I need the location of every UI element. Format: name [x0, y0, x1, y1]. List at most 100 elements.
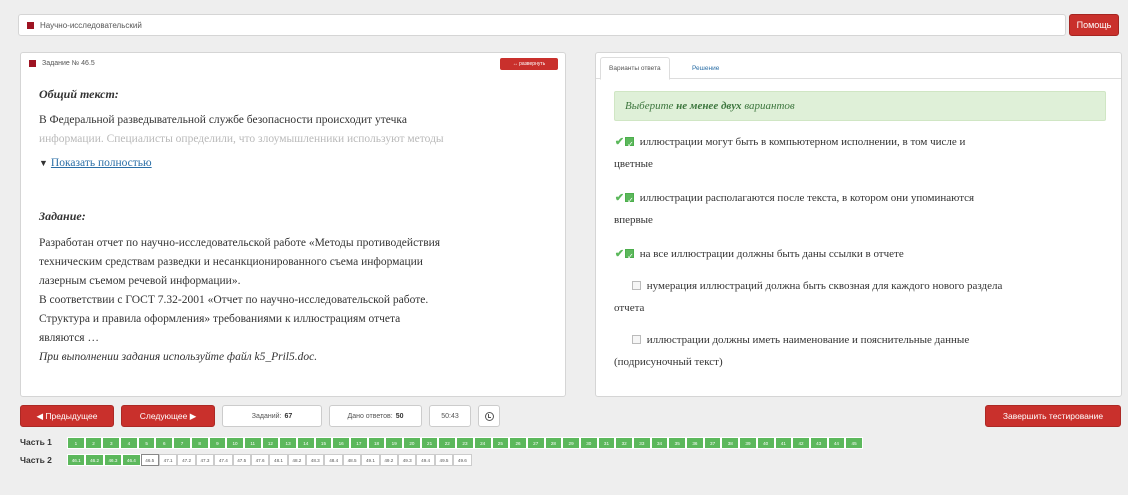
option-text-cont: отчета [614, 302, 645, 314]
question-cell[interactable]: 42 [792, 437, 810, 449]
part-2-navigator: 46.1 46.2 46.3 46.4 46.5 47.1 47.2 47.3 47.4 47.5… [67, 454, 472, 466]
tab-solution[interactable]: Решение [684, 57, 727, 79]
answer-option-2[interactable]: ✔ иллюстрации располагаются после текста… [614, 187, 1104, 231]
question-cell[interactable]: 39 [739, 437, 757, 449]
question-cell[interactable]: 11 [243, 437, 262, 449]
question-cell[interactable]: 23 [456, 437, 474, 449]
question-cell[interactable]: 29 [562, 437, 580, 449]
question-cell[interactable]: 18 [367, 437, 386, 449]
show-more-link[interactable]: ▼ Показать полностью [39, 157, 152, 169]
question-cell[interactable]: 7 [173, 437, 191, 449]
question-cell[interactable]: 37 [703, 437, 722, 449]
general-text-title: Общий текст: [39, 87, 119, 101]
option-checkbox[interactable] [632, 281, 641, 290]
show-more-label: Показать полностью [50, 157, 152, 169]
question-cell[interactable]: 16 [332, 437, 350, 449]
timer-toggle[interactable] [478, 405, 500, 427]
option-checkbox[interactable] [625, 134, 634, 156]
question-cell[interactable]: 4 [120, 437, 138, 449]
question-cell[interactable]: 24 [473, 437, 492, 449]
answer-option-1[interactable]: ✔ иллюстрации могут быть в компьютерном … [614, 131, 1104, 175]
option-text-cont: цветные [614, 158, 653, 170]
question-cell[interactable]: 34 [650, 437, 669, 449]
question-cell[interactable]: 33 [633, 437, 651, 449]
question-cell[interactable]: 48.3 [306, 454, 325, 466]
hint-bold: не менее двух [676, 100, 742, 112]
question-cell[interactable]: 38 [721, 437, 740, 449]
task-text-line: В соответствии с ГОСТ 7.32-2001 «Отчет п… [39, 294, 429, 306]
question-cell[interactable]: 44 [827, 437, 846, 449]
question-cell[interactable]: 49.4 [416, 454, 435, 466]
question-cell[interactable]: 30 [579, 437, 598, 449]
answer-option-5[interactable]: иллюстрации должны иметь наименование и … [614, 329, 1104, 373]
question-cell[interactable]: 31 [597, 437, 616, 449]
question-cell[interactable]: 36 [686, 437, 704, 449]
question-cell[interactable]: 48.1 [269, 454, 288, 466]
question-cell[interactable]: 2 [84, 437, 103, 449]
question-cell[interactable]: 47.4 [214, 454, 233, 466]
question-cell[interactable]: 1 [67, 437, 85, 449]
question-cell[interactable]: 49.3 [398, 454, 417, 466]
question-cell[interactable]: 47.6 [250, 454, 270, 466]
question-cell[interactable]: 45 [845, 437, 863, 449]
option-text: нумерация иллюстраций должна быть сквозн… [646, 280, 1003, 292]
question-cell[interactable]: 25 [491, 437, 510, 449]
selection-hint: Выберите не менее двух вариантов [614, 91, 1106, 121]
help-button[interactable]: Помощь [1069, 14, 1119, 36]
answer-option-3[interactable]: ✔ на все иллюстрации должны быть даны сс… [614, 243, 1104, 268]
question-cell[interactable]: 46.5 [140, 454, 159, 466]
question-cell[interactable]: 46.1 [67, 454, 86, 466]
expand-button[interactable]: ↔ развернуть [500, 58, 558, 70]
question-cell[interactable]: 49.1 [361, 454, 380, 466]
question-cell[interactable]: 40 [756, 437, 775, 449]
question-cell[interactable]: 27 [526, 437, 545, 449]
question-cell[interactable]: 48.2 [287, 454, 307, 466]
question-cell[interactable]: 28 [544, 437, 563, 449]
question-cell[interactable]: 47.5 [232, 454, 251, 466]
question-cell[interactable]: 17 [350, 437, 368, 449]
question-cell[interactable]: 49.5 [434, 454, 454, 466]
tab-variants[interactable]: Варианты ответа [600, 57, 670, 80]
question-cell[interactable]: 47.3 [195, 454, 215, 466]
bullet-square-icon [29, 60, 36, 67]
question-cell[interactable]: 48.4 [324, 454, 343, 466]
finish-test-button[interactable]: Завершить тестирование [985, 405, 1121, 427]
question-cell[interactable]: 10 [226, 437, 244, 449]
question-cell[interactable]: 47.1 [158, 454, 178, 466]
question-cell[interactable]: 49.6 [453, 454, 472, 466]
question-cell[interactable]: 21 [420, 437, 439, 449]
question-cell[interactable]: 22 [438, 437, 457, 449]
question-cell[interactable]: 3 [102, 437, 121, 449]
question-cell[interactable]: 35 [668, 437, 687, 449]
question-cell[interactable]: 20 [403, 437, 421, 449]
option-checkbox[interactable] [632, 335, 641, 344]
option-checkbox[interactable] [625, 190, 634, 212]
question-cell[interactable]: 14 [296, 437, 315, 449]
tasks-count: Заданий: 67 [222, 405, 322, 427]
question-cell[interactable]: 48.5 [342, 454, 362, 466]
question-cell[interactable]: 19 [385, 437, 404, 449]
question-cell[interactable]: 9 [208, 437, 227, 449]
task-text-line: Структура и правила оформления» требован… [39, 313, 401, 325]
prev-button[interactable]: ◀ Предыдущее [20, 405, 114, 427]
question-cell[interactable]: 43 [809, 437, 828, 449]
question-cell[interactable]: 46.3 [103, 454, 123, 466]
option-checkbox[interactable] [625, 246, 634, 268]
question-cell[interactable]: 6 [155, 437, 174, 449]
question-cell[interactable]: 5 [137, 437, 156, 449]
general-text: В Федеральной разведывательной службе бе… [39, 111, 549, 149]
answer-option-4[interactable]: нумерация иллюстраций должна быть сквозн… [614, 275, 1104, 319]
question-cell[interactable]: 8 [190, 437, 209, 449]
question-cell[interactable]: 15 [314, 437, 333, 449]
question-cell[interactable]: 49.2 [379, 454, 399, 466]
question-cell[interactable]: 41 [774, 437, 793, 449]
question-cell[interactable]: 47.2 [177, 454, 196, 466]
question-cell[interactable]: 32 [615, 437, 633, 449]
question-cell[interactable]: 12 [261, 437, 280, 449]
question-cell[interactable]: 26 [509, 437, 527, 449]
question-cell[interactable]: 46.2 [85, 454, 104, 466]
question-cell[interactable]: 13 [279, 437, 297, 449]
next-button[interactable]: Следующее ▶ [121, 405, 215, 427]
part-1-navigator: 1 2 3 4 5 6 7 8 9 10 11 12 13 14 15 16 17 18 19 20 21 22 23 24 2… [67, 437, 863, 449]
question-cell[interactable]: 46.4 [122, 454, 141, 466]
